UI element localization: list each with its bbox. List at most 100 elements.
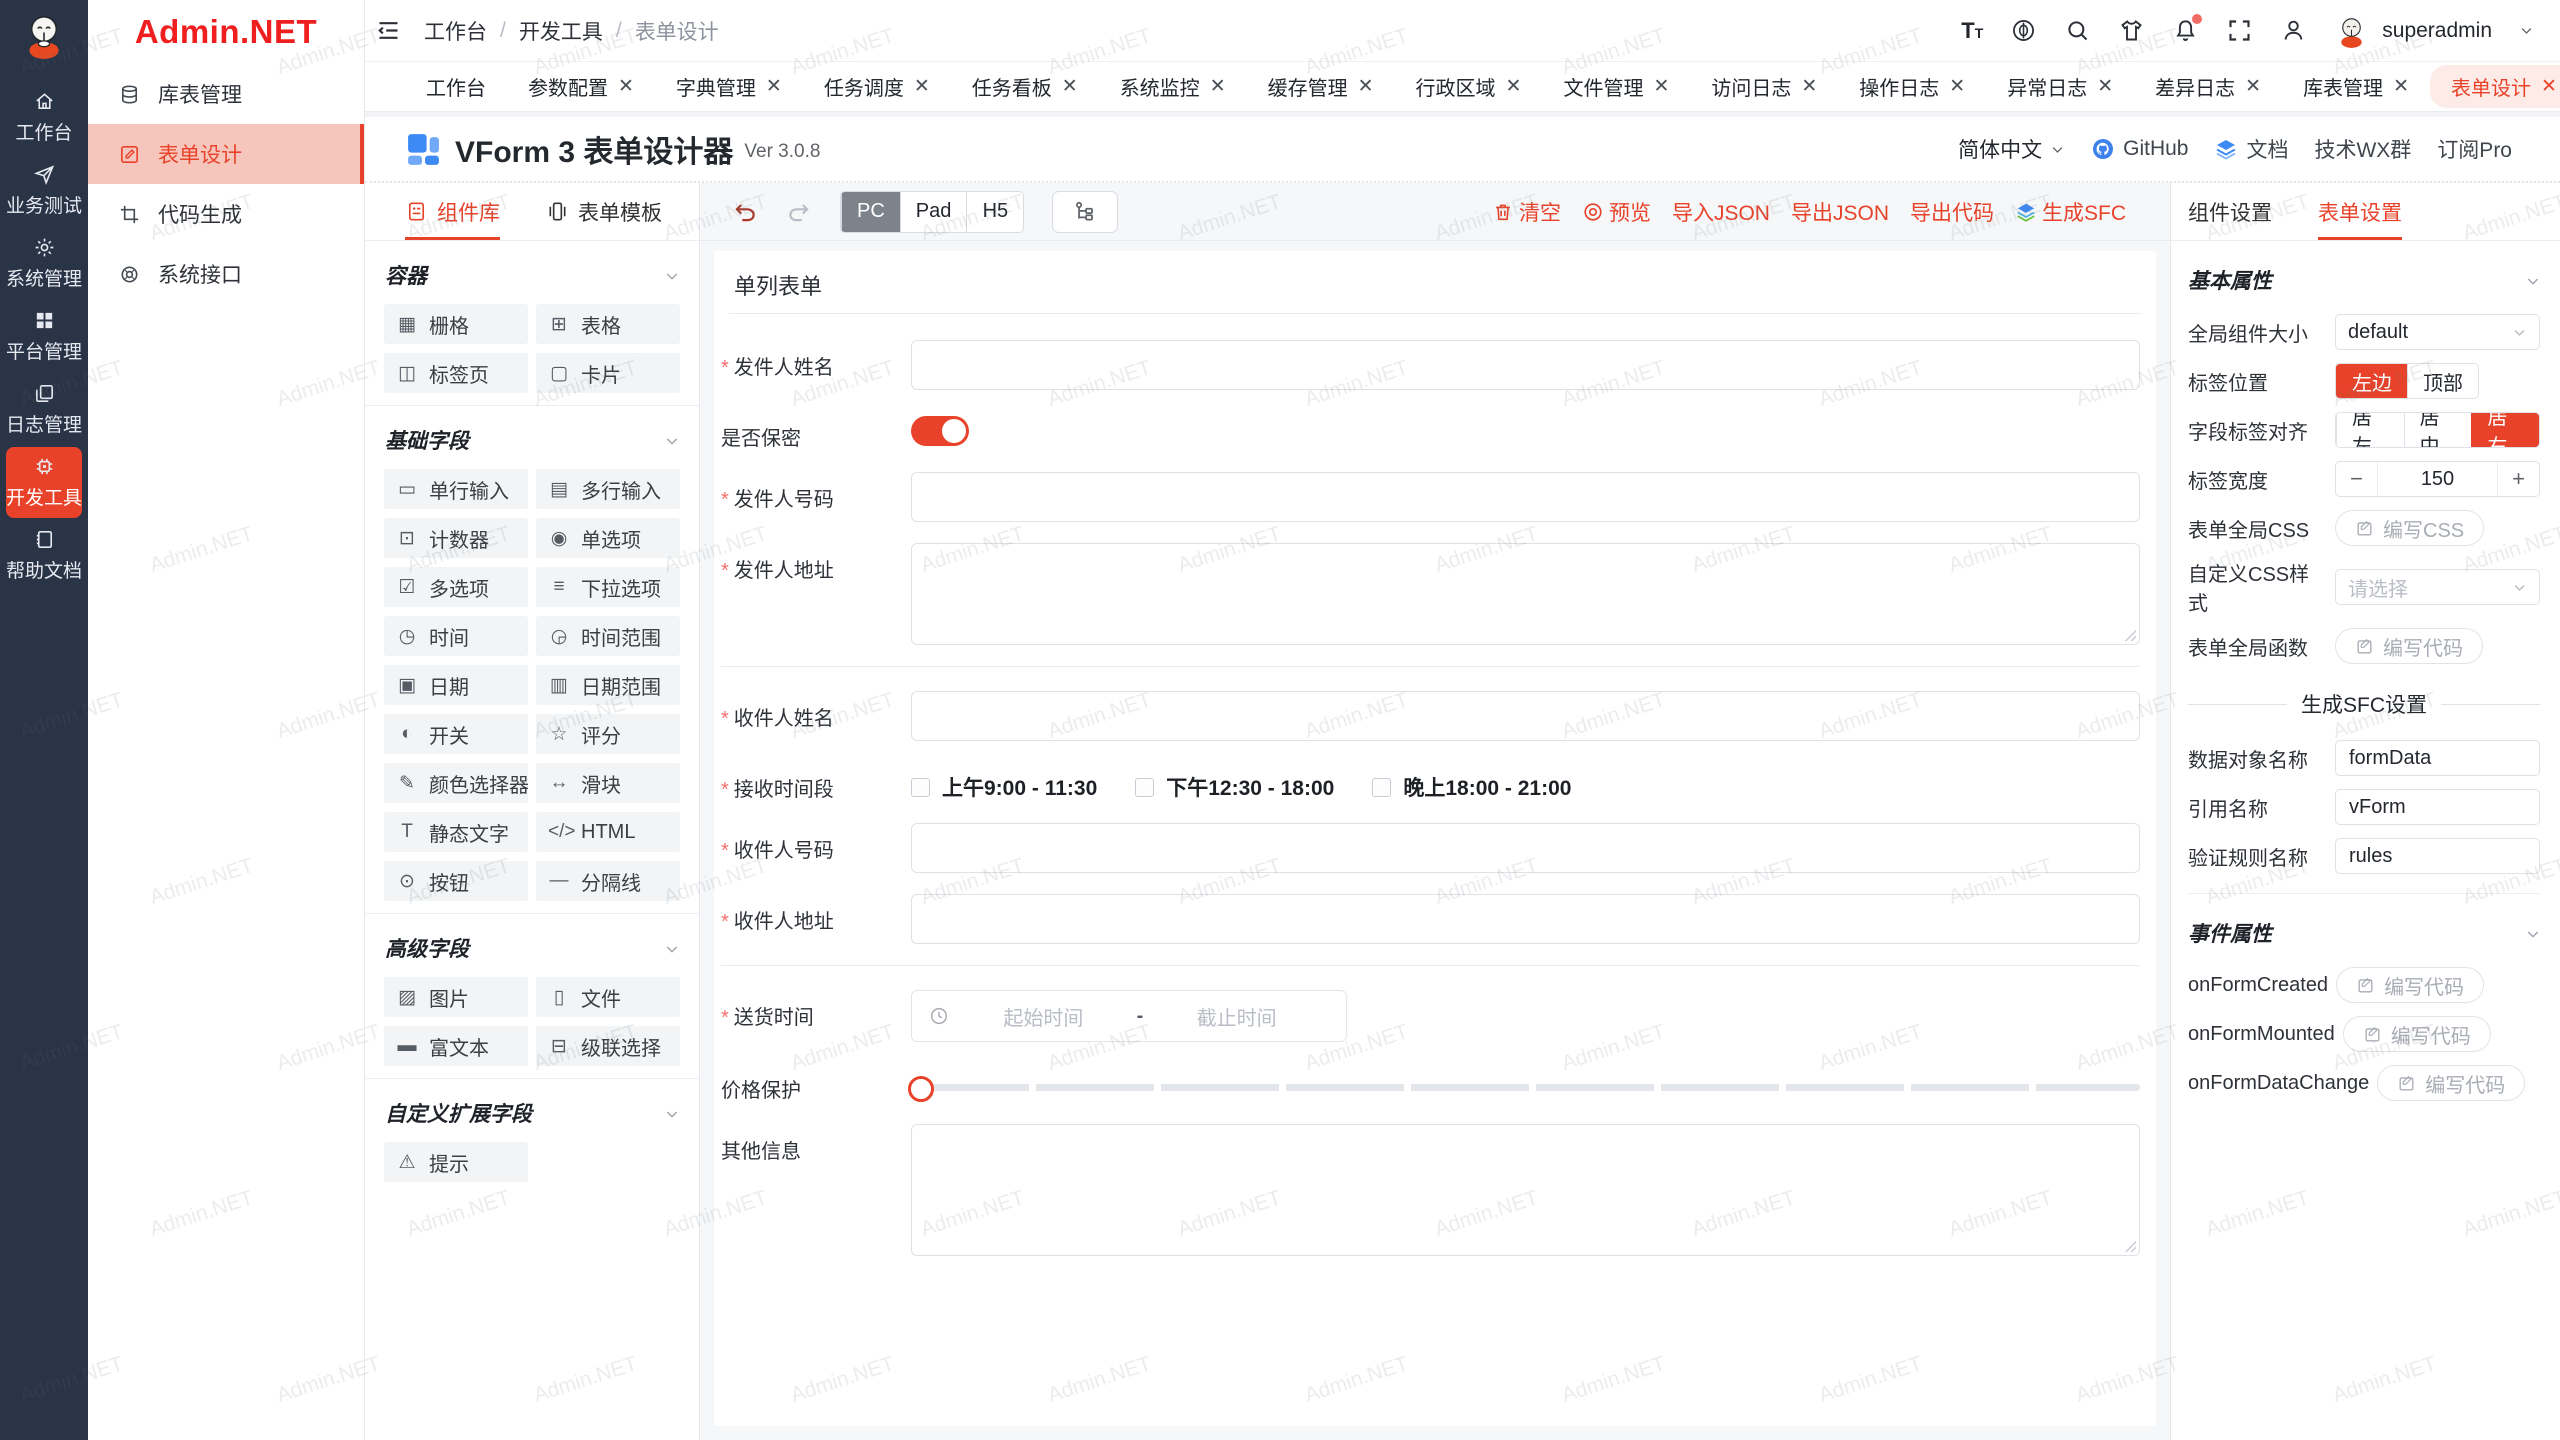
tab-widget-library[interactable]: 组件库 xyxy=(405,183,500,240)
tab-close-icon[interactable]: ✕ xyxy=(1801,77,1817,96)
segment-option[interactable]: 居右 xyxy=(2471,413,2539,447)
label-width-value[interactable]: 150 xyxy=(2378,462,2497,496)
page-tab[interactable]: 系统监控 ✕ xyxy=(1099,65,1247,108)
widget-item[interactable]: ▣ 日期 xyxy=(384,665,528,705)
widget-item[interactable]: ▤ 多行输入 xyxy=(536,469,680,509)
page-tab[interactable]: 参数配置 ✕ xyxy=(507,65,655,108)
tab-close-icon[interactable]: ✕ xyxy=(1949,77,1965,96)
widget-item[interactable]: ▯ 文件 xyxy=(536,977,680,1017)
global-size-select[interactable]: default xyxy=(2335,314,2540,350)
device-toggle[interactable]: Pad xyxy=(900,192,967,232)
device-toggle[interactable]: PC xyxy=(841,192,900,232)
segment-option[interactable]: 左边 xyxy=(2336,364,2407,398)
language-icon[interactable] xyxy=(2010,17,2037,44)
font-size-icon[interactable]: TT xyxy=(1961,20,1983,42)
segment-option[interactable]: 顶部 xyxy=(2407,364,2478,398)
form-field-sender-name[interactable]: *发件人姓名 xyxy=(721,340,2140,390)
primary-nav-item[interactable]: 日志管理 xyxy=(6,374,82,445)
chevron-down-icon[interactable] xyxy=(664,433,679,448)
widget-item[interactable]: ⊡ 计数器 xyxy=(384,518,528,558)
tab-close-icon[interactable]: ✕ xyxy=(1653,77,1669,96)
form-canvas[interactable]: 单列表单 *发件人姓名 是否保密 xyxy=(714,251,2156,1426)
widget-item[interactable]: ⊙ 按钮 xyxy=(384,861,528,901)
widget-item[interactable]: ▦ 栅格 xyxy=(384,304,528,344)
page-tab[interactable]: 操作日志 ✕ xyxy=(1838,65,1986,108)
checkbox-option[interactable]: 上午9:00 - 11:30 xyxy=(911,772,1097,802)
secret-toggle-switch[interactable] xyxy=(911,416,969,446)
segment-option[interactable]: 居左 xyxy=(2336,413,2404,447)
sfc-setting-input[interactable]: vForm xyxy=(2335,789,2540,825)
widget-item[interactable]: ▢ 卡片 xyxy=(536,353,680,393)
edit-global-func-button[interactable]: 编写代码 xyxy=(2335,628,2483,664)
chevron-down-icon[interactable] xyxy=(664,941,679,956)
other-info-textarea[interactable] xyxy=(911,1124,2140,1256)
user-menu-chevron-down-icon[interactable] xyxy=(2519,23,2534,38)
page-tab[interactable]: 异常日志 ✕ xyxy=(1986,65,2134,108)
breadcrumb-item[interactable]: 开发工具 xyxy=(519,16,603,46)
receiver-phone-input[interactable] xyxy=(911,823,2140,873)
widget-item[interactable]: — 分隔线 xyxy=(536,861,680,901)
subscribe-pro-link[interactable]: 订阅Pro xyxy=(2437,134,2512,164)
device-toggle[interactable]: H5 xyxy=(966,192,1023,232)
avatar[interactable] xyxy=(2334,13,2369,48)
edit-event-code-button[interactable]: 编写代码 xyxy=(2343,1016,2491,1052)
checkbox-box[interactable] xyxy=(1135,778,1154,797)
edit-event-code-button[interactable]: 编写代码 xyxy=(2377,1065,2525,1101)
page-tab[interactable]: 任务看板 ✕ xyxy=(951,65,1099,108)
edit-css-button[interactable]: 编写CSS xyxy=(2335,510,2484,546)
widget-item[interactable]: ▥ 日期范围 xyxy=(536,665,680,705)
slider-handle[interactable] xyxy=(908,1076,934,1102)
widget-item[interactable]: ⚠ 提示 xyxy=(384,1142,528,1182)
user-icon[interactable] xyxy=(2280,17,2307,44)
github-link[interactable]: GitHub xyxy=(2091,137,2188,161)
widget-item[interactable]: ≡ 下拉选项 xyxy=(536,567,680,607)
page-tab[interactable]: 库表管理 ✕ xyxy=(2282,65,2430,108)
tab-close-icon[interactable]: ✕ xyxy=(914,77,930,96)
form-field-receiver-address[interactable]: *收件人地址 xyxy=(721,894,2140,944)
slider-track[interactable] xyxy=(911,1084,2140,1091)
fullscreen-icon[interactable] xyxy=(2226,17,2253,44)
page-tab[interactable]: 缓存管理 ✕ xyxy=(1247,65,1395,108)
widget-item[interactable]: ▨ 图片 xyxy=(384,977,528,1017)
delivery-time-range-picker[interactable]: 起始时间 - 截止时间 xyxy=(911,990,1347,1042)
wx-group-link[interactable]: 技术WX群 xyxy=(2314,134,2411,164)
sender-address-textarea[interactable] xyxy=(911,543,2140,645)
form-field-receiver-phone[interactable]: *收件人号码 xyxy=(721,823,2140,873)
language-select[interactable]: 简体中文 xyxy=(1958,134,2065,164)
widget-item[interactable]: ◷ 时间 xyxy=(384,616,528,656)
undo-icon[interactable] xyxy=(732,199,758,225)
primary-nav-item[interactable]: 业务测试 xyxy=(6,155,82,226)
sidebar-menu-item[interactable]: 代码生成 xyxy=(88,184,364,244)
checkbox-box[interactable] xyxy=(1372,778,1391,797)
settings-tab[interactable]: 表单设置 xyxy=(2318,183,2402,240)
widget-item[interactable]: ⊟ 级联选择 xyxy=(536,1026,680,1066)
chevron-down-icon[interactable] xyxy=(2525,926,2540,941)
tab-close-icon[interactable]: ✕ xyxy=(1062,77,1078,96)
form-field-receive-period[interactable]: *接收时间段 上午9:00 - 11:30 xyxy=(721,762,2140,802)
sender-name-input[interactable] xyxy=(911,340,2140,390)
stepper-increase-button[interactable]: + xyxy=(2497,462,2539,496)
sidebar-menu-item[interactable]: 库表管理 xyxy=(88,64,364,124)
form-field-other-info[interactable]: 其他信息 xyxy=(721,1124,2140,1256)
widget-item[interactable]: ↔ 滑块 xyxy=(536,763,680,803)
stepper-decrease-button[interactable]: − xyxy=(2336,462,2378,496)
page-tab[interactable]: 文件管理 ✕ xyxy=(1542,65,1690,108)
form-field-price-protection[interactable]: 价格保护 xyxy=(721,1063,2140,1103)
widget-item[interactable]: ◶ 时间范围 xyxy=(536,616,680,656)
page-tab[interactable]: 工作台 ✕ xyxy=(405,65,507,108)
receiver-name-input[interactable] xyxy=(911,691,2140,741)
tab-close-icon[interactable]: ✕ xyxy=(2393,77,2409,96)
form-field-is-secret[interactable]: 是否保密 xyxy=(721,411,2140,451)
theme-icon[interactable] xyxy=(2118,17,2145,44)
chevron-down-icon[interactable] xyxy=(2525,273,2540,288)
widget-item[interactable]: ▭ 单行输入 xyxy=(384,469,528,509)
widget-item[interactable]: ▬ 富文本 xyxy=(384,1026,528,1066)
widget-item[interactable]: ⊞ 表格 xyxy=(536,304,680,344)
node-tree-button[interactable] xyxy=(1052,191,1118,233)
generate-sfc-button[interactable]: 生成SFC xyxy=(2015,197,2126,227)
primary-nav-item[interactable]: 工作台 xyxy=(6,82,82,153)
primary-nav-item[interactable]: 系统管理 xyxy=(6,228,82,299)
form-field-sender-phone[interactable]: *发件人号码 xyxy=(721,472,2140,522)
tab-close-icon[interactable]: ✕ xyxy=(2541,77,2557,96)
sidebar-menu-item[interactable]: 系统接口 xyxy=(88,244,364,304)
